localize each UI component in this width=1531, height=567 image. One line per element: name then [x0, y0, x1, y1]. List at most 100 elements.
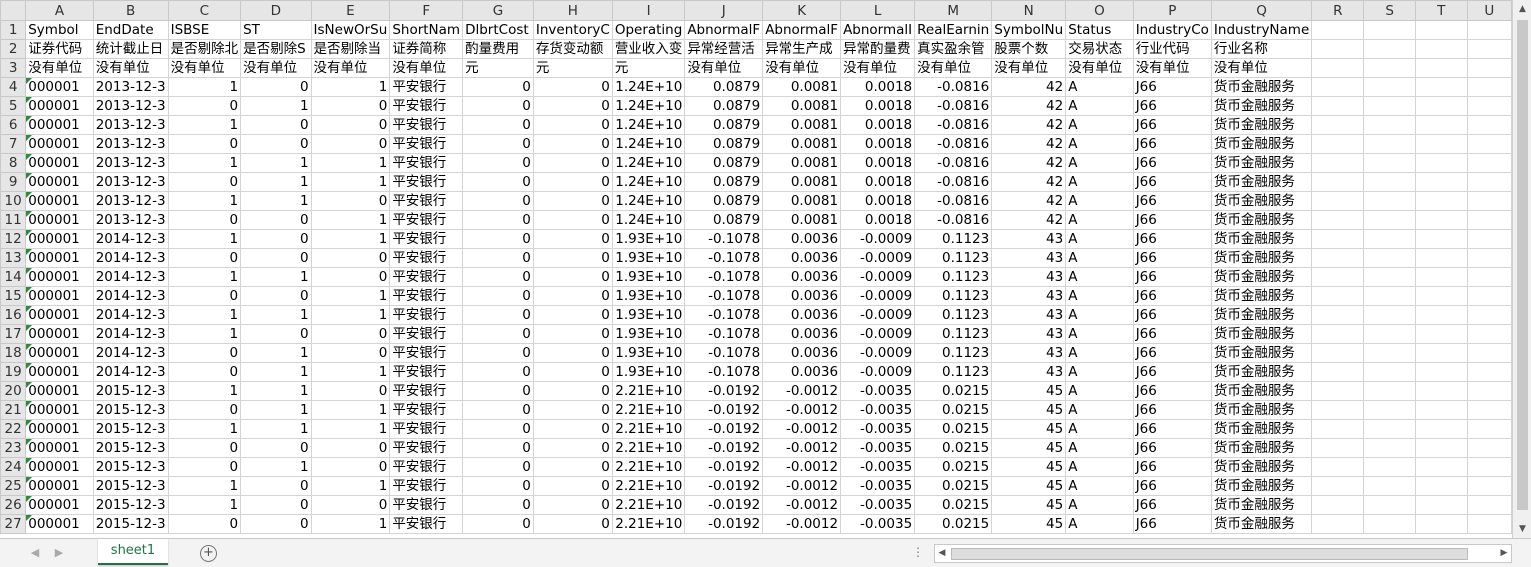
cell-Q26[interactable]: 货币金融服务	[1210, 495, 1313, 515]
cell-F14[interactable]: 平安银行	[389, 267, 464, 287]
cell-U25[interactable]	[1466, 476, 1512, 496]
cell-N8[interactable]: 42	[991, 153, 1067, 173]
cell-C3[interactable]: 没有单位	[167, 58, 242, 78]
vertical-scrollbar[interactable]: ▲ ▼	[1512, 0, 1531, 538]
cell-S6[interactable]	[1363, 115, 1416, 135]
cell-E16[interactable]: 1	[310, 305, 391, 325]
cell-T11[interactable]	[1414, 210, 1468, 230]
cell-G23[interactable]: 0	[462, 438, 534, 458]
cell-P16[interactable]: J66	[1132, 305, 1212, 325]
cell-L2[interactable]: 异常酌量费	[840, 39, 916, 59]
cell-S21[interactable]	[1363, 400, 1416, 420]
cell-D16[interactable]: 1	[240, 305, 312, 325]
cell-A20[interactable]: 000001	[25, 381, 94, 401]
cell-U10[interactable]	[1466, 191, 1512, 211]
cell-Q10[interactable]: 货币金融服务	[1210, 191, 1313, 211]
cell-J21[interactable]: -0.0192	[684, 400, 764, 420]
cell-P1[interactable]: IndustryCo	[1132, 20, 1212, 40]
cell-T8[interactable]	[1414, 153, 1468, 173]
cell-M9[interactable]: -0.0816	[914, 172, 993, 192]
row-header[interactable]: 24	[0, 457, 27, 477]
cell-D2[interactable]: 是否剔除S	[240, 39, 312, 59]
cell-R12[interactable]	[1311, 229, 1365, 249]
cell-H11[interactable]: 0	[532, 210, 613, 230]
cell-Q8[interactable]: 货币金融服务	[1210, 153, 1313, 173]
cell-D13[interactable]: 0	[240, 248, 312, 268]
cell-N11[interactable]: 42	[991, 210, 1067, 230]
cell-I16[interactable]: 1.93E+10	[611, 305, 686, 325]
cell-B1[interactable]: EndDate	[92, 20, 169, 40]
cell-S5[interactable]	[1363, 96, 1416, 116]
cell-D26[interactable]: 0	[240, 495, 312, 515]
cell-A17[interactable]: 000001	[25, 324, 94, 344]
cell-D7[interactable]: 0	[240, 134, 312, 154]
cell-F7[interactable]: 平安银行	[389, 134, 464, 154]
cell-A1[interactable]: Symbol	[25, 20, 94, 40]
cell-H19[interactable]: 0	[532, 362, 613, 382]
cell-U17[interactable]	[1466, 324, 1512, 344]
cell-H25[interactable]: 0	[532, 476, 613, 496]
cell-D10[interactable]: 1	[240, 191, 312, 211]
cell-C24[interactable]: 0	[167, 457, 242, 477]
cell-D18[interactable]: 1	[240, 343, 312, 363]
cell-T10[interactable]	[1414, 191, 1468, 211]
cell-N18[interactable]: 43	[991, 343, 1067, 363]
cell-A3[interactable]: 没有单位	[25, 58, 94, 78]
cell-B25[interactable]: 2015-12-3	[92, 476, 169, 496]
cell-O18[interactable]: A	[1065, 343, 1134, 363]
cell-T19[interactable]	[1414, 362, 1468, 382]
cell-R27[interactable]	[1311, 514, 1365, 534]
cell-P27[interactable]: J66	[1132, 514, 1212, 534]
cell-H10[interactable]: 0	[532, 191, 613, 211]
cell-P22[interactable]: J66	[1132, 419, 1212, 439]
cell-J15[interactable]: -0.1078	[684, 286, 764, 306]
cell-M27[interactable]: 0.0215	[914, 514, 993, 534]
cell-J8[interactable]: 0.0879	[684, 153, 764, 173]
cell-P3[interactable]: 没有单位	[1132, 58, 1212, 78]
column-header-P[interactable]: P	[1132, 0, 1212, 21]
cell-B27[interactable]: 2015-12-3	[92, 514, 169, 534]
cell-J18[interactable]: -0.1078	[684, 343, 764, 363]
cell-T23[interactable]	[1414, 438, 1468, 458]
cell-B3[interactable]: 没有单位	[92, 58, 169, 78]
cell-D5[interactable]: 1	[240, 96, 312, 116]
row-header[interactable]: 16	[0, 305, 27, 325]
column-header-T[interactable]: T	[1414, 0, 1468, 21]
cell-R24[interactable]	[1311, 457, 1365, 477]
cell-T24[interactable]	[1414, 457, 1468, 477]
cell-Q15[interactable]: 货币金融服务	[1210, 286, 1313, 306]
cell-C14[interactable]: 1	[167, 267, 242, 287]
column-header-R[interactable]: R	[1311, 0, 1365, 21]
cell-E13[interactable]: 0	[310, 248, 391, 268]
cell-B9[interactable]: 2013-12-3	[92, 172, 169, 192]
cell-R9[interactable]	[1311, 172, 1365, 192]
cell-A22[interactable]: 000001	[25, 419, 94, 439]
cell-J27[interactable]: -0.0192	[684, 514, 764, 534]
row-header[interactable]: 25	[0, 476, 27, 496]
scroll-left-icon[interactable]: ◀	[935, 545, 949, 562]
cell-K14[interactable]: 0.0036	[762, 267, 842, 287]
cell-M24[interactable]: 0.0215	[914, 457, 993, 477]
cell-P2[interactable]: 行业代码	[1132, 39, 1212, 59]
cell-I19[interactable]: 1.93E+10	[611, 362, 686, 382]
cell-I9[interactable]: 1.24E+10	[611, 172, 686, 192]
cell-O12[interactable]: A	[1065, 229, 1134, 249]
cell-A25[interactable]: 000001	[25, 476, 94, 496]
cell-D17[interactable]: 0	[240, 324, 312, 344]
cell-E1[interactable]: IsNewOrSu	[310, 20, 391, 40]
cell-K12[interactable]: 0.0036	[762, 229, 842, 249]
cell-Q4[interactable]: 货币金融服务	[1210, 77, 1313, 97]
cell-J17[interactable]: -0.1078	[684, 324, 764, 344]
cell-I8[interactable]: 1.24E+10	[611, 153, 686, 173]
cell-M8[interactable]: -0.0816	[914, 153, 993, 173]
cell-L22[interactable]: -0.0035	[840, 419, 916, 439]
cell-G26[interactable]: 0	[462, 495, 534, 515]
column-header-L[interactable]: L	[840, 0, 916, 21]
cell-I2[interactable]: 营业收入变	[611, 39, 686, 59]
cell-S2[interactable]	[1363, 39, 1416, 59]
column-header-O[interactable]: O	[1065, 0, 1134, 21]
cell-T2[interactable]	[1414, 39, 1468, 59]
cell-M4[interactable]: -0.0816	[914, 77, 993, 97]
cell-Q20[interactable]: 货币金融服务	[1210, 381, 1313, 401]
cell-H1[interactable]: InventoryC	[532, 20, 613, 40]
